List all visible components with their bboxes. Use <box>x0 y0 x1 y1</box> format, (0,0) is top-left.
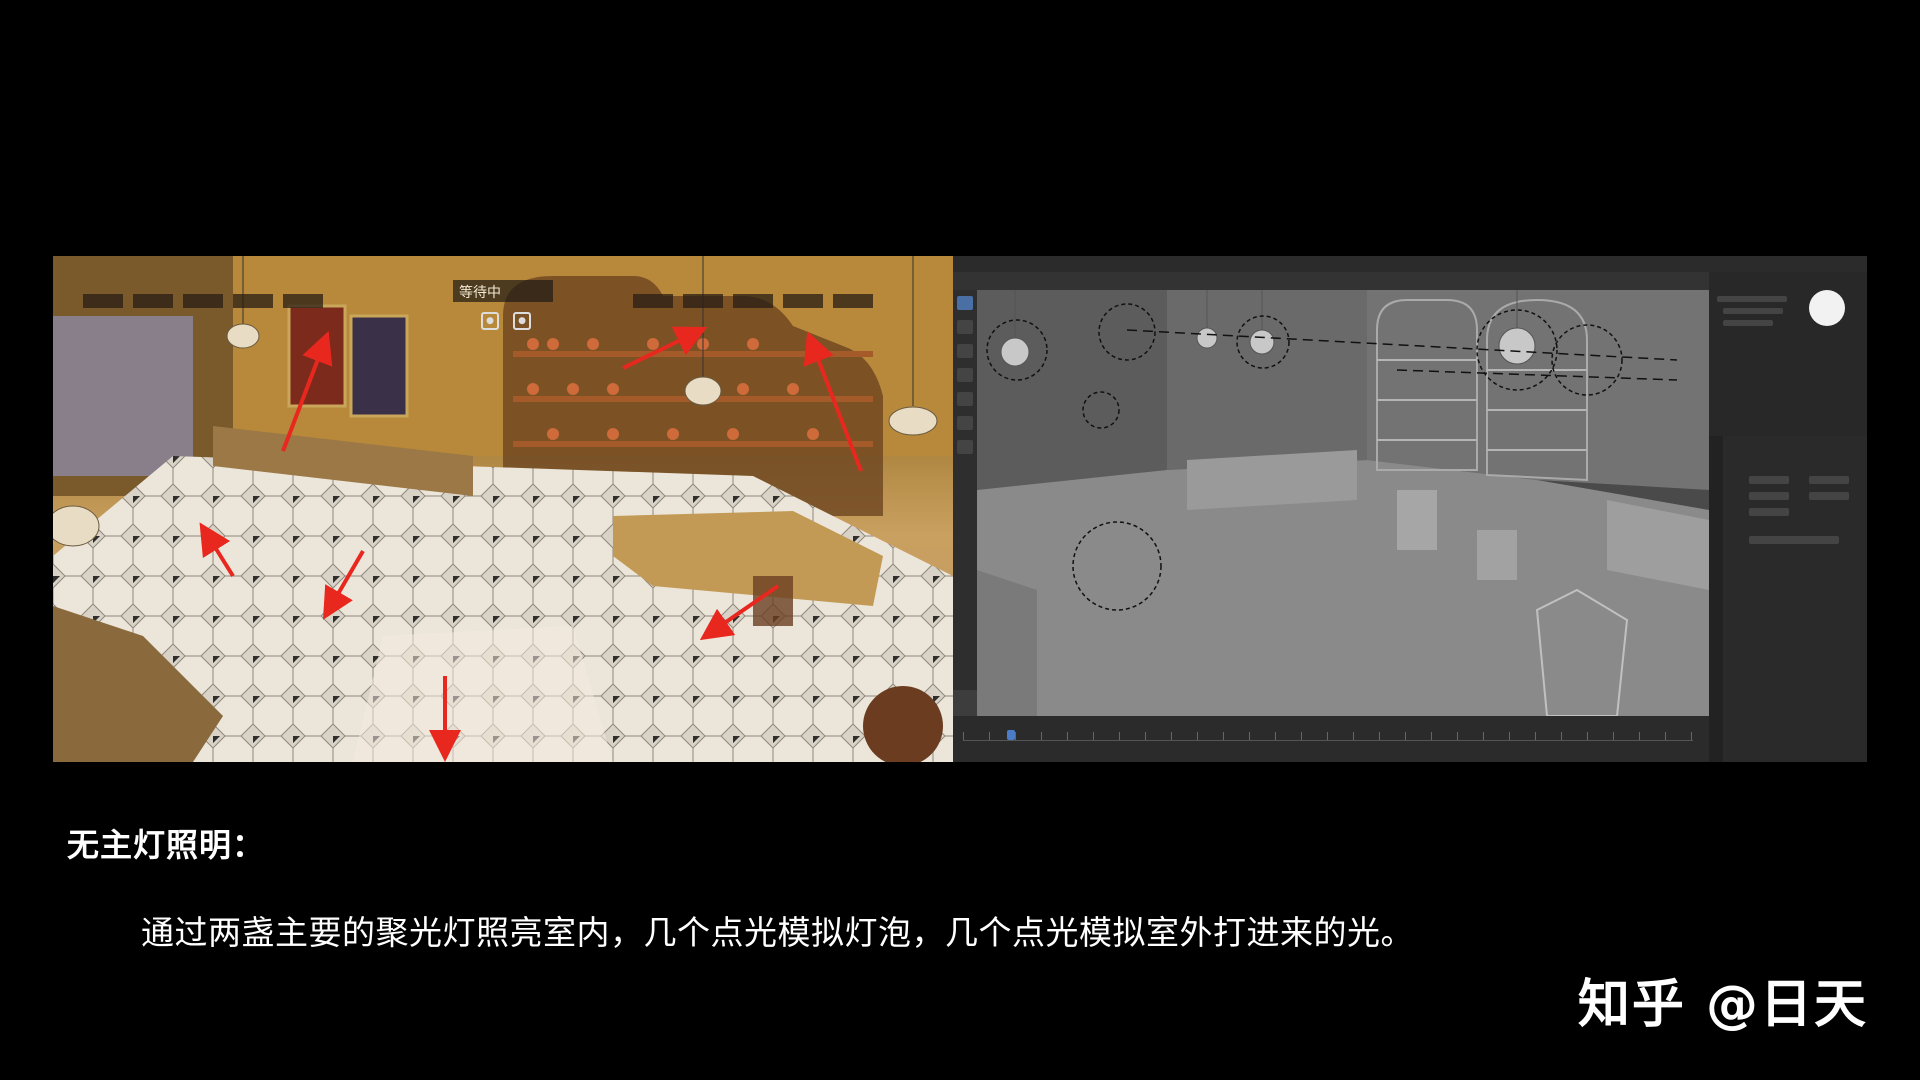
section-heading: 无主灯照明： <box>67 826 266 864</box>
timeline-track <box>963 740 1693 741</box>
timeline-panel[interactable] <box>953 716 1709 762</box>
playhead[interactable] <box>1007 730 1015 740</box>
property-field[interactable] <box>1809 492 1849 500</box>
game-scene-illustration <box>53 256 953 762</box>
annotate-tool-icon[interactable] <box>957 416 973 430</box>
property-field[interactable] <box>1749 508 1789 516</box>
viewport-header[interactable] <box>953 272 1709 290</box>
property-field[interactable] <box>1749 536 1839 544</box>
property-field[interactable] <box>1749 492 1789 500</box>
blender-menu-bar[interactable] <box>953 256 1867 272</box>
property-field[interactable] <box>1749 476 1789 484</box>
hud-status-label: 等待中 <box>459 285 501 301</box>
viewport-scene-illustration <box>977 290 1709 716</box>
blender-viewport-window <box>953 256 1867 762</box>
transform-tool-icon[interactable] <box>957 392 973 406</box>
scale-tool-icon[interactable] <box>957 368 973 382</box>
outliner-row[interactable] <box>1723 320 1773 326</box>
move-tool-icon[interactable] <box>957 320 973 334</box>
lock-icon[interactable]: ● <box>513 312 531 330</box>
properties-tabs[interactable] <box>1709 436 1723 762</box>
description-text: 通过两盏主要的聚光灯照亮室内，几个点光模拟灯泡，几个点光模拟室外打进来的光。 <box>141 913 1414 952</box>
tool-shelf[interactable] <box>953 290 977 690</box>
property-field[interactable] <box>1809 476 1849 484</box>
zhihu-watermark: 知乎 @日天 <box>1577 975 1868 1035</box>
outliner-panel[interactable] <box>1709 272 1867 436</box>
rotate-tool-icon[interactable] <box>957 344 973 358</box>
outliner-row[interactable] <box>1717 296 1787 302</box>
select-tool-icon[interactable] <box>957 296 973 310</box>
outliner-row[interactable] <box>1723 308 1783 314</box>
timeline-ruler[interactable] <box>963 732 1693 740</box>
blender-logo-icon <box>1809 290 1845 326</box>
properties-panel[interactable] <box>1709 436 1867 762</box>
measure-tool-icon[interactable] <box>957 440 973 454</box>
game-render-view: 等待中 ● ● <box>53 256 953 762</box>
lock-icon[interactable]: ● <box>481 312 499 330</box>
